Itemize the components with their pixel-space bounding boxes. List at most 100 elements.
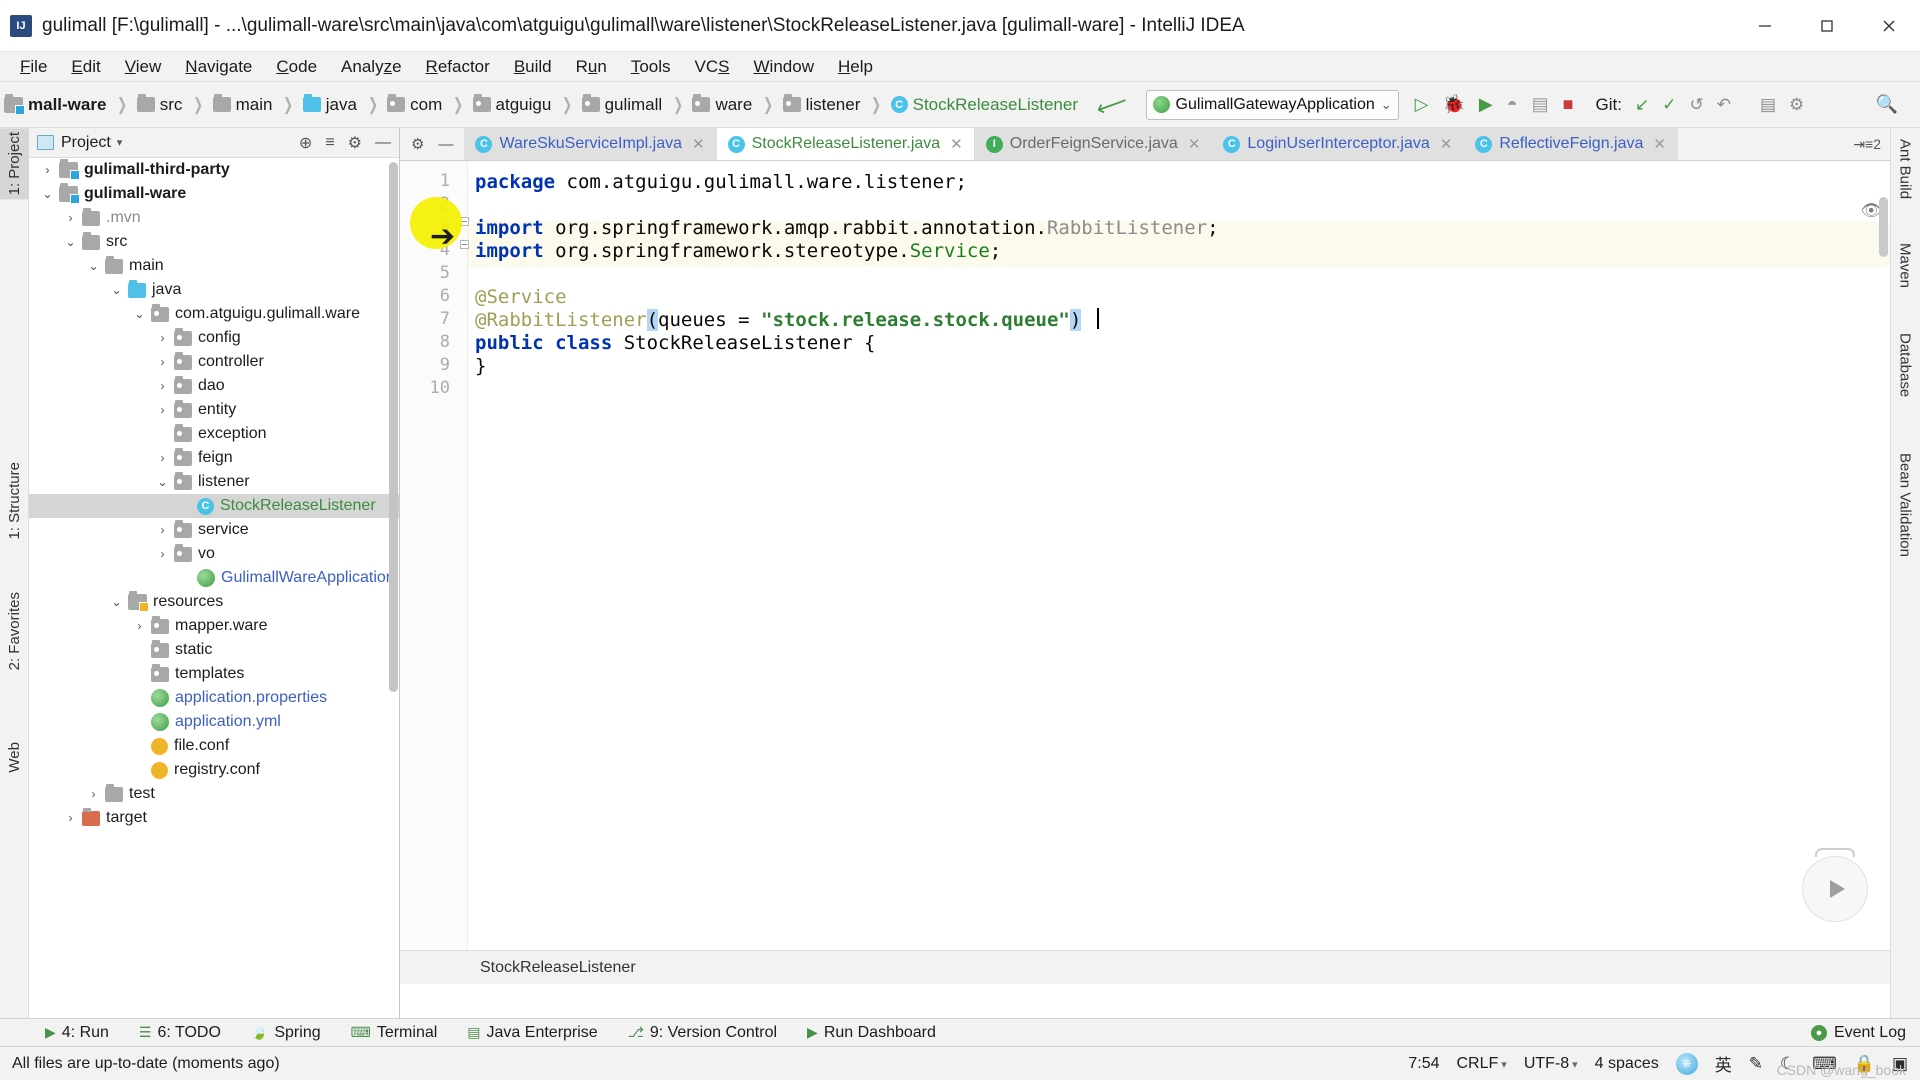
run-with-coverage-icon[interactable]: ▶ [1479, 94, 1493, 115]
tool-window-6-todo[interactable]: ☰ 6: TODO [124, 1024, 236, 1042]
sidebar-item-web[interactable]: Web [0, 738, 29, 777]
tree-node-entity[interactable]: › entity [29, 398, 399, 422]
stop-icon[interactable]: ■ [1563, 94, 1574, 115]
chevron-down-icon[interactable]: ▾ [117, 136, 123, 149]
chevron-right-icon[interactable]: › [41, 163, 54, 177]
tree-node-listener[interactable]: ⌄ listener [29, 470, 399, 494]
file-encoding[interactable]: UTF-8 ▾ [1524, 1055, 1578, 1073]
tree-node-config[interactable]: › config [29, 326, 399, 350]
tree-node-mapper-ware[interactable]: › mapper.ware [29, 614, 399, 638]
collapse-all-icon[interactable]: ≡ [325, 134, 334, 152]
tool-window-spring[interactable]: 🍃 Spring [236, 1024, 336, 1042]
tree-node-main[interactable]: ⌄ main [29, 254, 399, 278]
tree-node-vo[interactable]: › vo [29, 542, 399, 566]
ime-globe-icon[interactable]: ⎈ [1675, 1052, 1698, 1075]
tree-node-controller[interactable]: › controller [29, 350, 399, 374]
close-tab-icon[interactable]: ✕ [1653, 135, 1666, 153]
sidebar-item-maven[interactable]: Maven [1890, 238, 1920, 293]
tree-node-service[interactable]: › service [29, 518, 399, 542]
update-project-icon[interactable]: ↙ [1635, 95, 1649, 115]
menu-item-build[interactable]: Build [502, 55, 564, 79]
chevron-right-icon[interactable]: › [156, 331, 169, 345]
ide-settings-icon[interactable]: ⚙ [1789, 95, 1804, 115]
editor-scrollbar[interactable] [1879, 197, 1888, 257]
chevron-down-icon[interactable]: ⌄ [64, 235, 77, 249]
line-separator[interactable]: CRLF ▾ [1457, 1055, 1507, 1073]
chevron-down-icon[interactable]: ⌄ [110, 595, 123, 609]
chevron-right-icon[interactable]: › [156, 547, 169, 561]
tree-node-templates[interactable]: ›templates [29, 662, 399, 686]
editor-tab-orderfeignservice-java[interactable]: I OrderFeignService.java ✕ [974, 128, 1213, 160]
chevron-right-icon[interactable]: › [64, 211, 77, 225]
minimize-button[interactable] [1734, 0, 1796, 52]
breadcrumb-item-main[interactable]: main [212, 94, 272, 115]
menu-item-tools[interactable]: Tools [619, 55, 683, 79]
menu-item-analyze[interactable]: Analyze [329, 55, 414, 79]
tool-window-run-dashboard[interactable]: ▶ Run Dashboard [792, 1024, 951, 1042]
menu-item-edit[interactable]: Edit [59, 55, 112, 79]
close-tab-icon[interactable]: ✕ [692, 135, 705, 153]
tree-node-file-conf[interactable]: ›file.conf [29, 734, 399, 758]
tree-node-dao[interactable]: › dao [29, 374, 399, 398]
chevron-right-icon[interactable]: › [156, 451, 169, 465]
editor-tab-overflow[interactable]: ⇥≡2 [1853, 128, 1890, 160]
menu-item-view[interactable]: View [113, 55, 174, 79]
close-tab-icon[interactable]: ✕ [950, 135, 963, 153]
attach-icon[interactable]: ▤ [1532, 94, 1549, 115]
indent-setting[interactable]: 4 spaces [1595, 1055, 1659, 1073]
run-inline-widget[interactable] [1802, 848, 1868, 922]
debug-icon[interactable]: 🐞 [1443, 94, 1465, 115]
code-editor[interactable]: 12345678910 package com.atguigu.gulimall… [400, 161, 1890, 984]
tree-node-application-yml[interactable]: ›application.yml [29, 710, 399, 734]
tree-node-stockreleaselistener[interactable]: ›CStockReleaseListener [29, 494, 399, 518]
breadcrumb-item-mall-ware[interactable]: mall-ware [4, 93, 106, 115]
history-icon[interactable]: ↺ [1689, 95, 1703, 115]
project-tree-scrollbar[interactable] [389, 162, 398, 692]
tree-node-feign[interactable]: › feign [29, 446, 399, 470]
chevron-down-icon[interactable]: ⌄ [156, 475, 169, 489]
build-hammer-icon[interactable]: ⟵ [1093, 87, 1132, 122]
chevron-down-icon[interactable]: ⌄ [41, 187, 54, 201]
editor-tab-stockreleaselistener-java[interactable]: C StockReleaseListener.java ✕ [716, 128, 975, 160]
tool-window-terminal[interactable]: ⌨ Terminal [336, 1024, 453, 1042]
chevron-down-icon[interactable]: ⌄ [133, 307, 146, 321]
chevron-right-icon[interactable]: › [156, 379, 169, 393]
caret-position[interactable]: 7:54 [1408, 1055, 1439, 1073]
menu-item-run[interactable]: Run [564, 55, 619, 79]
chevron-right-icon[interactable]: › [156, 523, 169, 537]
menu-item-window[interactable]: Window [742, 55, 826, 79]
breadcrumb-item-stockreleaselistener[interactable]: C StockReleaseListener [890, 95, 1078, 115]
tree-node--mvn[interactable]: › .mvn [29, 206, 399, 230]
ime-mode-icon[interactable]: 英 [1715, 1051, 1732, 1076]
menu-item-refactor[interactable]: Refactor [414, 55, 502, 79]
hide-editor-icon[interactable]: — [438, 136, 453, 153]
breadcrumb-item-ware[interactable]: ware [692, 94, 752, 115]
menu-item-help[interactable]: Help [826, 55, 885, 79]
editor-settings-icon[interactable]: ⚙ [411, 135, 424, 153]
chevron-down-icon[interactable]: ⌄ [1381, 97, 1392, 113]
menu-item-vcs[interactable]: VCS [683, 55, 742, 79]
fold-marker-imports-2[interactable] [460, 240, 469, 249]
menu-item-file[interactable]: File [8, 55, 59, 79]
breadcrumb-item-java[interactable]: java [302, 94, 357, 115]
tool-window-4-run[interactable]: ▶ 4: Run [30, 1024, 124, 1042]
project-tree[interactable]: › gulimall-third-party ⌄ gulimall-ware › .mvn… [29, 158, 399, 1018]
chevron-down-icon[interactable]: ⌄ [87, 259, 100, 273]
event-log-label[interactable]: Event Log [1834, 1024, 1906, 1042]
chevron-down-icon[interactable]: ⌄ [110, 283, 123, 297]
chevron-right-icon[interactable]: › [156, 403, 169, 417]
sidebar-item-ant-build[interactable]: Ant Build [1890, 134, 1920, 204]
tree-node-target[interactable]: › target [29, 806, 399, 830]
breadcrumb-item-src[interactable]: src [136, 94, 182, 115]
editor-tab-loginuserinterceptor-java[interactable]: C LoginUserInterceptor.java ✕ [1212, 128, 1465, 160]
breadcrumb-item-atguigu[interactable]: atguigu [472, 94, 551, 115]
close-tab-icon[interactable]: ✕ [1188, 135, 1201, 153]
hide-panel-icon[interactable]: — [375, 134, 391, 152]
search-everywhere-icon[interactable]: 🔍 [1876, 94, 1898, 115]
rollback-icon[interactable]: ↶ [1717, 95, 1731, 115]
tree-node-src[interactable]: ⌄ src [29, 230, 399, 254]
editor-tab-wareskuserviceimpl-java[interactable]: C WareSkuServiceImpl.java ✕ [464, 128, 717, 160]
maximize-button[interactable] [1796, 0, 1858, 52]
breadcrumb-item-listener[interactable]: listener [782, 94, 860, 115]
tree-node-gulimall-third-party[interactable]: › gulimall-third-party [29, 158, 399, 182]
